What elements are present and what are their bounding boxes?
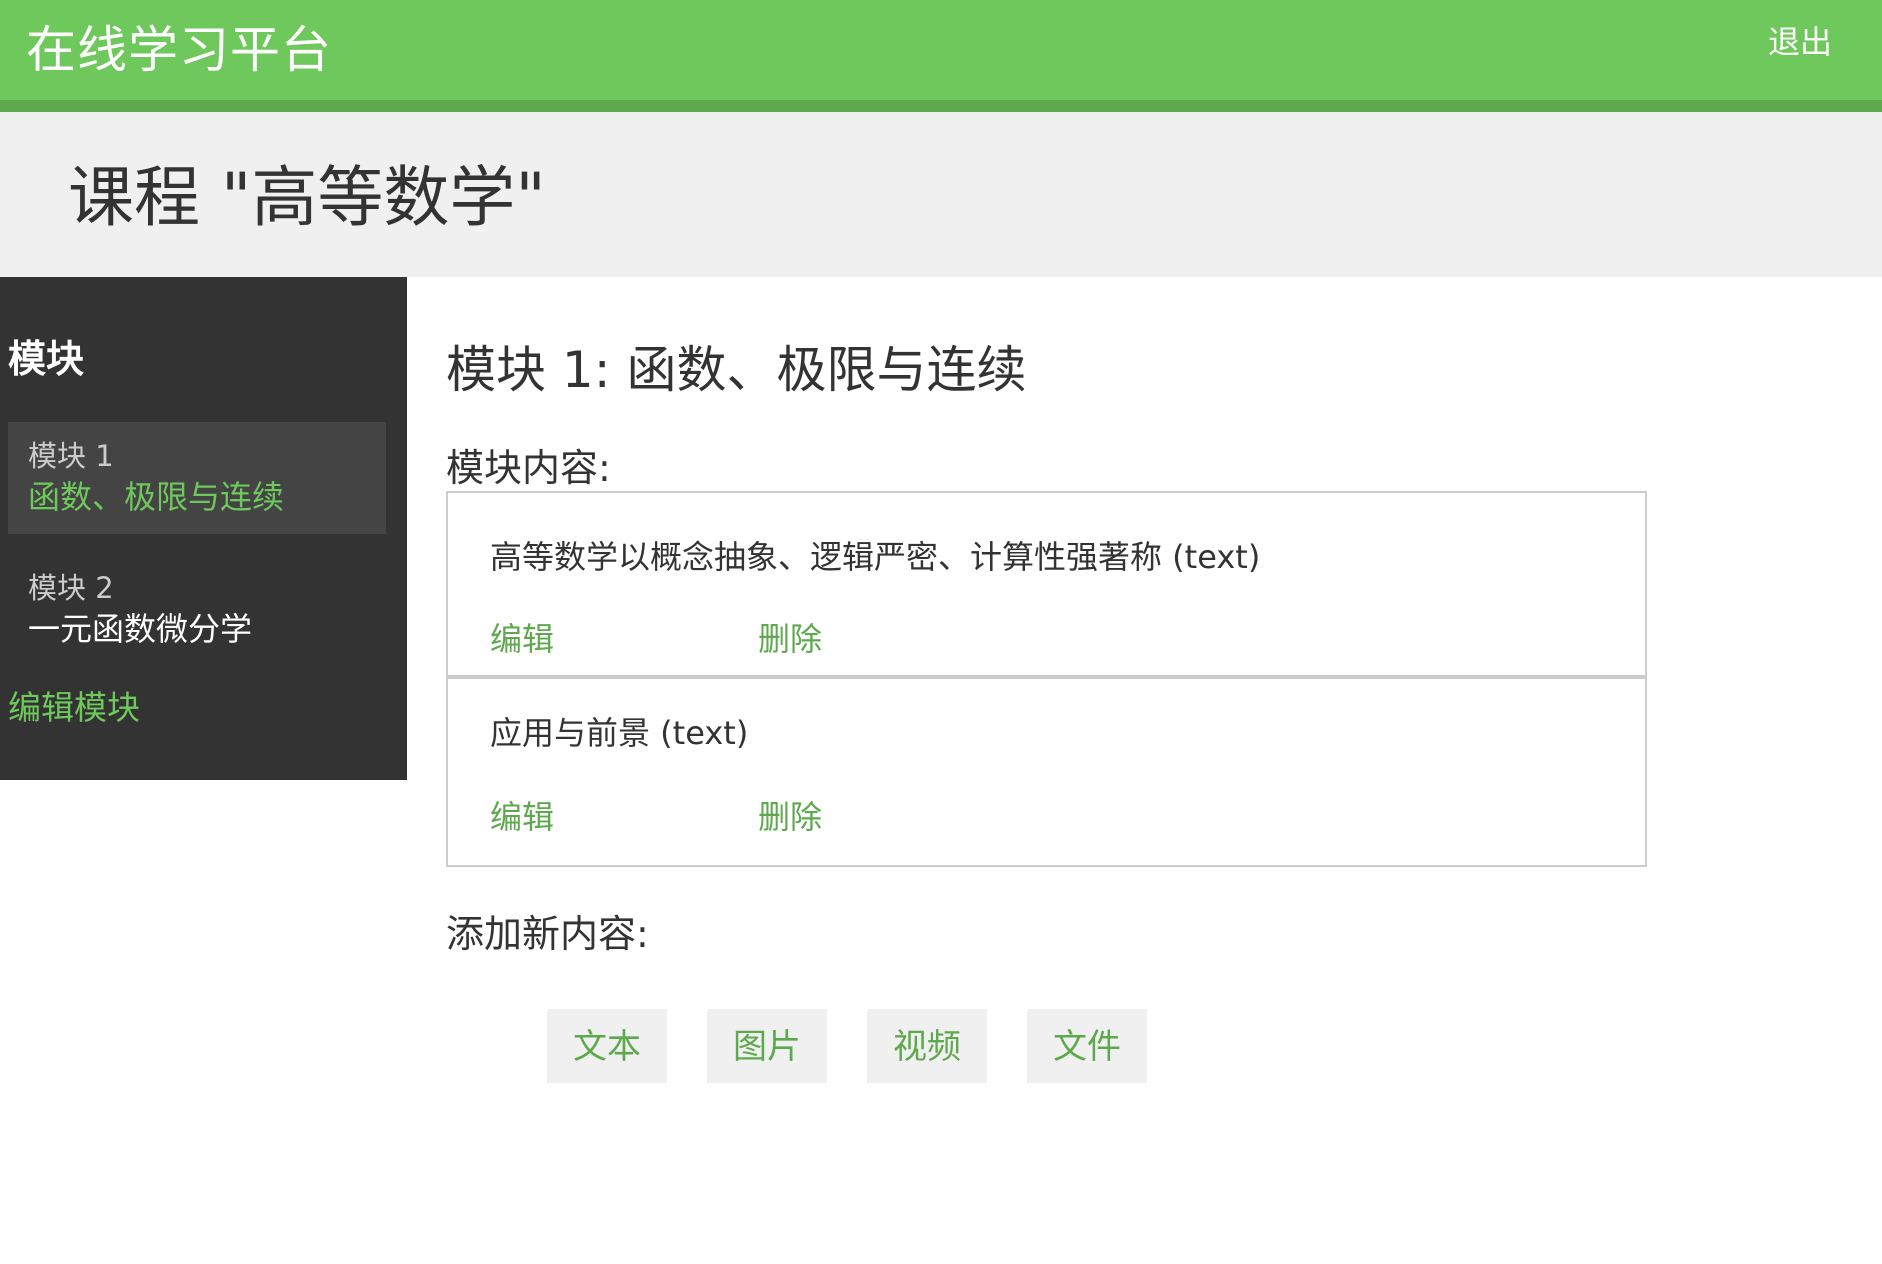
- module-number: 模块 1: [28, 439, 114, 473]
- add-text-button[interactable]: 文本: [547, 1009, 667, 1083]
- edit-content-link[interactable]: 编辑: [490, 617, 554, 661]
- site-brand[interactable]: 在线学习平台: [26, 18, 332, 82]
- top-navbar: 在线学习平台 退出: [0, 0, 1882, 112]
- edit-content-link[interactable]: 编辑: [490, 795, 554, 839]
- sidebar-heading: 模块: [8, 337, 85, 381]
- add-image-button[interactable]: 图片: [707, 1009, 827, 1083]
- logout-link[interactable]: 退出: [1768, 20, 1832, 64]
- sidebar-module-1[interactable]: 模块 1 函数、极限与连续: [8, 422, 386, 534]
- delete-content-link[interactable]: 删除: [758, 617, 822, 661]
- module-number: 模块 2: [28, 571, 114, 605]
- module-name: 函数、极限与连续: [28, 478, 285, 516]
- add-video-button[interactable]: 视频: [867, 1009, 987, 1083]
- content-item: 应用与前景 (text) 编辑 删除: [448, 681, 1645, 867]
- module-content-label: 模块内容:: [446, 446, 611, 490]
- add-file-button[interactable]: 文件: [1027, 1009, 1147, 1083]
- module-name: 一元函数微分学: [28, 610, 253, 648]
- sidebar-module-2[interactable]: 模块 2 一元函数微分学: [8, 554, 386, 666]
- content-item: 高等数学以概念抽象、逻辑严密、计算性强著称 (text) 编辑 删除: [448, 493, 1645, 679]
- delete-content-link[interactable]: 删除: [758, 795, 822, 839]
- module-content-list: 高等数学以概念抽象、逻辑严密、计算性强著称 (text) 编辑 删除 应用与前景…: [446, 491, 1647, 867]
- course-header: 课程 "高等数学": [0, 112, 1882, 277]
- content-item-text: 应用与前景 (text): [490, 714, 749, 752]
- content-item-text: 高等数学以概念抽象、逻辑严密、计算性强著称 (text): [490, 538, 1261, 576]
- course-title: 课程 "高等数学": [68, 159, 546, 236]
- add-content-label: 添加新内容:: [446, 912, 649, 956]
- module-title: 模块 1: 函数、极限与连续: [446, 341, 1027, 399]
- module-sidebar: 模块 模块 1 函数、极限与连续 模块 2 一元函数微分学 编辑模块: [0, 277, 407, 780]
- edit-modules-link[interactable]: 编辑模块: [8, 686, 140, 730]
